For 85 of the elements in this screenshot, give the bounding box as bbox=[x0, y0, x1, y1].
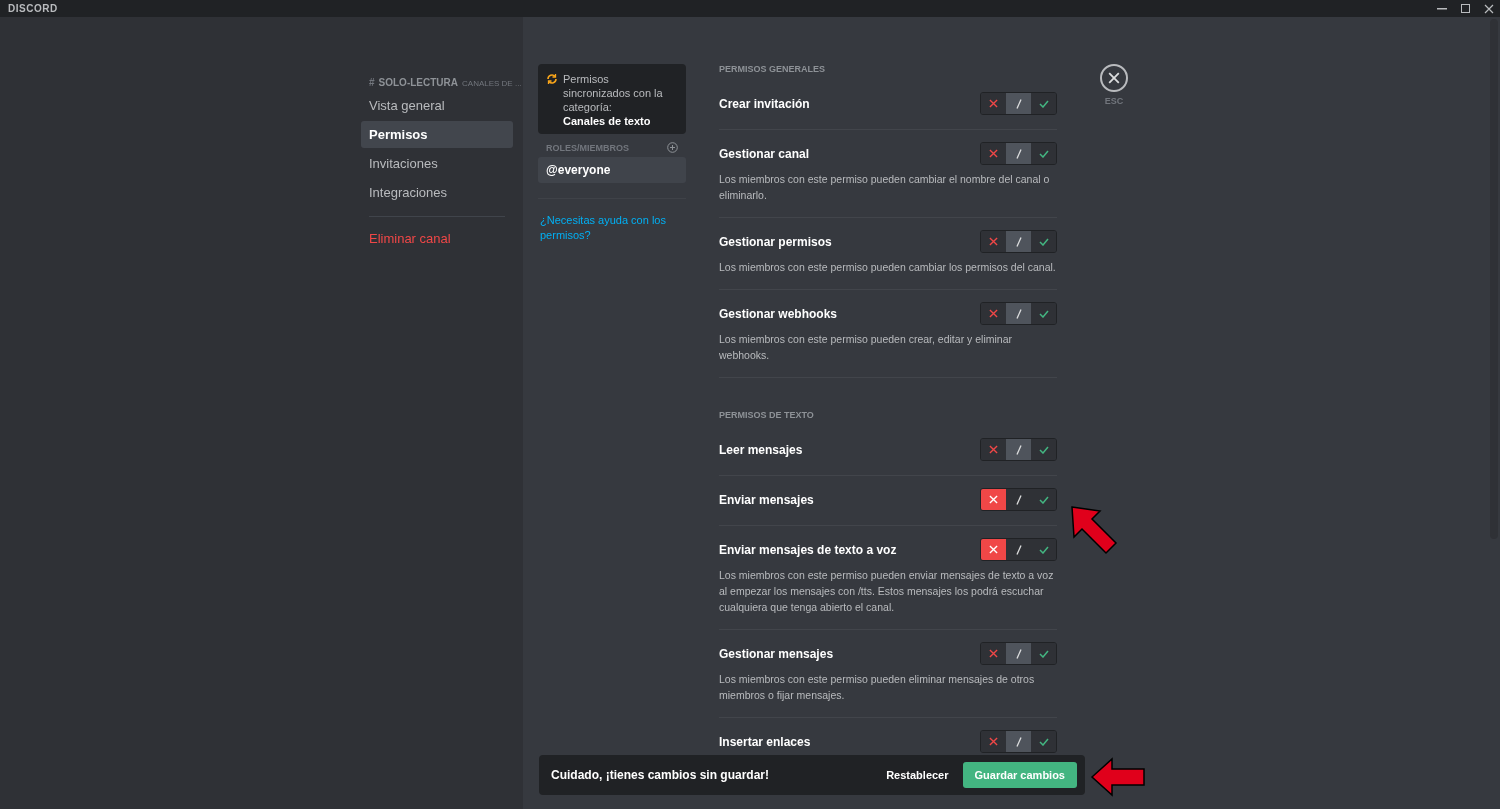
check-icon bbox=[1038, 99, 1049, 108]
neutral-toggle[interactable] bbox=[1006, 231, 1031, 252]
slash-icon bbox=[1015, 98, 1022, 109]
esc-label: ESC bbox=[1104, 96, 1124, 106]
sidebar-item[interactable]: Invitaciones bbox=[361, 150, 513, 177]
roles-header: ROLES/MIEMBROS bbox=[546, 142, 629, 153]
section-title: PERMISOS GENERALES bbox=[719, 64, 827, 76]
permission-description: Los miembros con este permiso pueden enviar mensajes de texto a voz al empezar los mensajes con /tts. Estos mensajes los podrá escuchar cualquiera que tenga abierto el canal. bbox=[719, 568, 1055, 615]
slash-icon bbox=[1015, 736, 1022, 747]
neutral-toggle[interactable] bbox=[1006, 539, 1031, 560]
permission-name: Enviar mensajes de texto a voz bbox=[719, 542, 897, 557]
sync-category: Canales de texto bbox=[563, 114, 652, 128]
deny-toggle[interactable] bbox=[981, 643, 1006, 664]
hash-symbol: # bbox=[369, 77, 375, 88]
channel-category: CANALES DE ... bbox=[462, 79, 522, 88]
allow-toggle[interactable] bbox=[1031, 731, 1056, 752]
allow-toggle[interactable] bbox=[1031, 489, 1056, 510]
allow-toggle[interactable] bbox=[1031, 439, 1056, 460]
sidebar-item[interactable]: Vista general bbox=[361, 92, 513, 119]
slash-icon bbox=[1015, 494, 1022, 505]
deny-toggle[interactable] bbox=[981, 489, 1006, 510]
permission-name: Insertar enlaces bbox=[719, 734, 811, 749]
check-icon bbox=[1038, 445, 1049, 454]
permission-name: Gestionar canal bbox=[719, 146, 810, 161]
section-title: PERMISOS DE TEXTO bbox=[719, 409, 815, 422]
arrow-icon bbox=[1090, 757, 1146, 797]
permission-description: Los miembros con este permiso pueden crear, editar y eliminar webhooks. bbox=[719, 332, 1013, 363]
deny-toggle[interactable] bbox=[981, 93, 1006, 114]
sidebar-item[interactable]: Integraciones bbox=[361, 179, 513, 206]
neutral-toggle[interactable] bbox=[1006, 439, 1031, 460]
permission-name: Leer mensajes bbox=[719, 442, 803, 457]
check-icon bbox=[1038, 545, 1049, 554]
app-logo: DISCORD bbox=[8, 3, 58, 14]
permission-description: Los miembros con este permiso pueden eliminar mensajes de otros miembros o fijar mensajes. bbox=[719, 672, 1036, 703]
check-icon bbox=[1038, 309, 1049, 318]
neutral-toggle[interactable] bbox=[1006, 489, 1031, 510]
allow-toggle[interactable] bbox=[1031, 93, 1056, 114]
channel-name: SOLO-LECTURA bbox=[378, 77, 458, 88]
check-icon bbox=[1038, 149, 1049, 158]
deny-toggle[interactable] bbox=[981, 231, 1006, 252]
permission-name: Enviar mensajes bbox=[719, 492, 814, 507]
neutral-toggle[interactable] bbox=[1006, 143, 1031, 164]
reset-button[interactable]: Restablecer bbox=[880, 768, 955, 782]
sidebar-item[interactable]: Eliminar canal bbox=[361, 225, 513, 252]
allow-toggle[interactable] bbox=[1031, 231, 1056, 252]
slash-icon bbox=[1015, 444, 1022, 455]
allow-toggle[interactable] bbox=[1031, 539, 1056, 560]
close-button[interactable] bbox=[1100, 64, 1128, 92]
role-item[interactable]: @everyone bbox=[538, 157, 686, 183]
permission-name: Crear invitación bbox=[719, 96, 810, 111]
arrow-icon bbox=[1070, 505, 1118, 555]
slash-icon bbox=[1015, 148, 1022, 159]
slash-icon bbox=[1015, 648, 1022, 659]
check-icon bbox=[1038, 495, 1049, 504]
help-link[interactable]: ¿Necesitas ayuda con los permisos? bbox=[538, 213, 686, 243]
check-icon bbox=[1038, 737, 1049, 746]
neutral-toggle[interactable] bbox=[1006, 643, 1031, 664]
unsaved-message: Cuidado, ¡tienes cambios sin guardar! bbox=[551, 768, 771, 782]
allow-toggle[interactable] bbox=[1031, 643, 1056, 664]
permission-description: Los miembros con este permiso pueden cambiar el nombre del canal o eliminarlo. bbox=[719, 172, 1051, 203]
permission-name: Gestionar webhooks bbox=[719, 306, 838, 321]
permission-name: Gestionar permisos bbox=[719, 234, 832, 249]
allow-toggle[interactable] bbox=[1031, 143, 1056, 164]
add-icon[interactable] bbox=[667, 142, 678, 153]
slash-icon bbox=[1015, 308, 1022, 319]
check-icon bbox=[1038, 649, 1049, 658]
neutral-toggle[interactable] bbox=[1006, 93, 1031, 114]
sidebar-item[interactable]: Permisos bbox=[361, 121, 513, 148]
neutral-toggle[interactable] bbox=[1006, 731, 1031, 752]
permission-description: Los miembros con este permiso pueden cambiar los permisos del canal. bbox=[719, 260, 1057, 275]
sync-text: Permisos sincronizados con la categoría: bbox=[563, 72, 664, 114]
minimize-icon[interactable] bbox=[1437, 7, 1447, 10]
deny-toggle[interactable] bbox=[981, 731, 1006, 752]
permission-name: Gestionar mensajes bbox=[719, 646, 834, 661]
allow-toggle[interactable] bbox=[1031, 303, 1056, 324]
check-icon bbox=[1038, 237, 1049, 246]
neutral-toggle[interactable] bbox=[1006, 303, 1031, 324]
deny-toggle[interactable] bbox=[981, 303, 1006, 324]
slash-icon bbox=[1015, 544, 1022, 555]
deny-toggle[interactable] bbox=[981, 539, 1006, 560]
deny-toggle[interactable] bbox=[981, 439, 1006, 460]
sync-icon bbox=[546, 73, 558, 85]
slash-icon bbox=[1015, 236, 1022, 247]
deny-toggle[interactable] bbox=[981, 143, 1006, 164]
maximize-icon[interactable] bbox=[1461, 4, 1470, 13]
